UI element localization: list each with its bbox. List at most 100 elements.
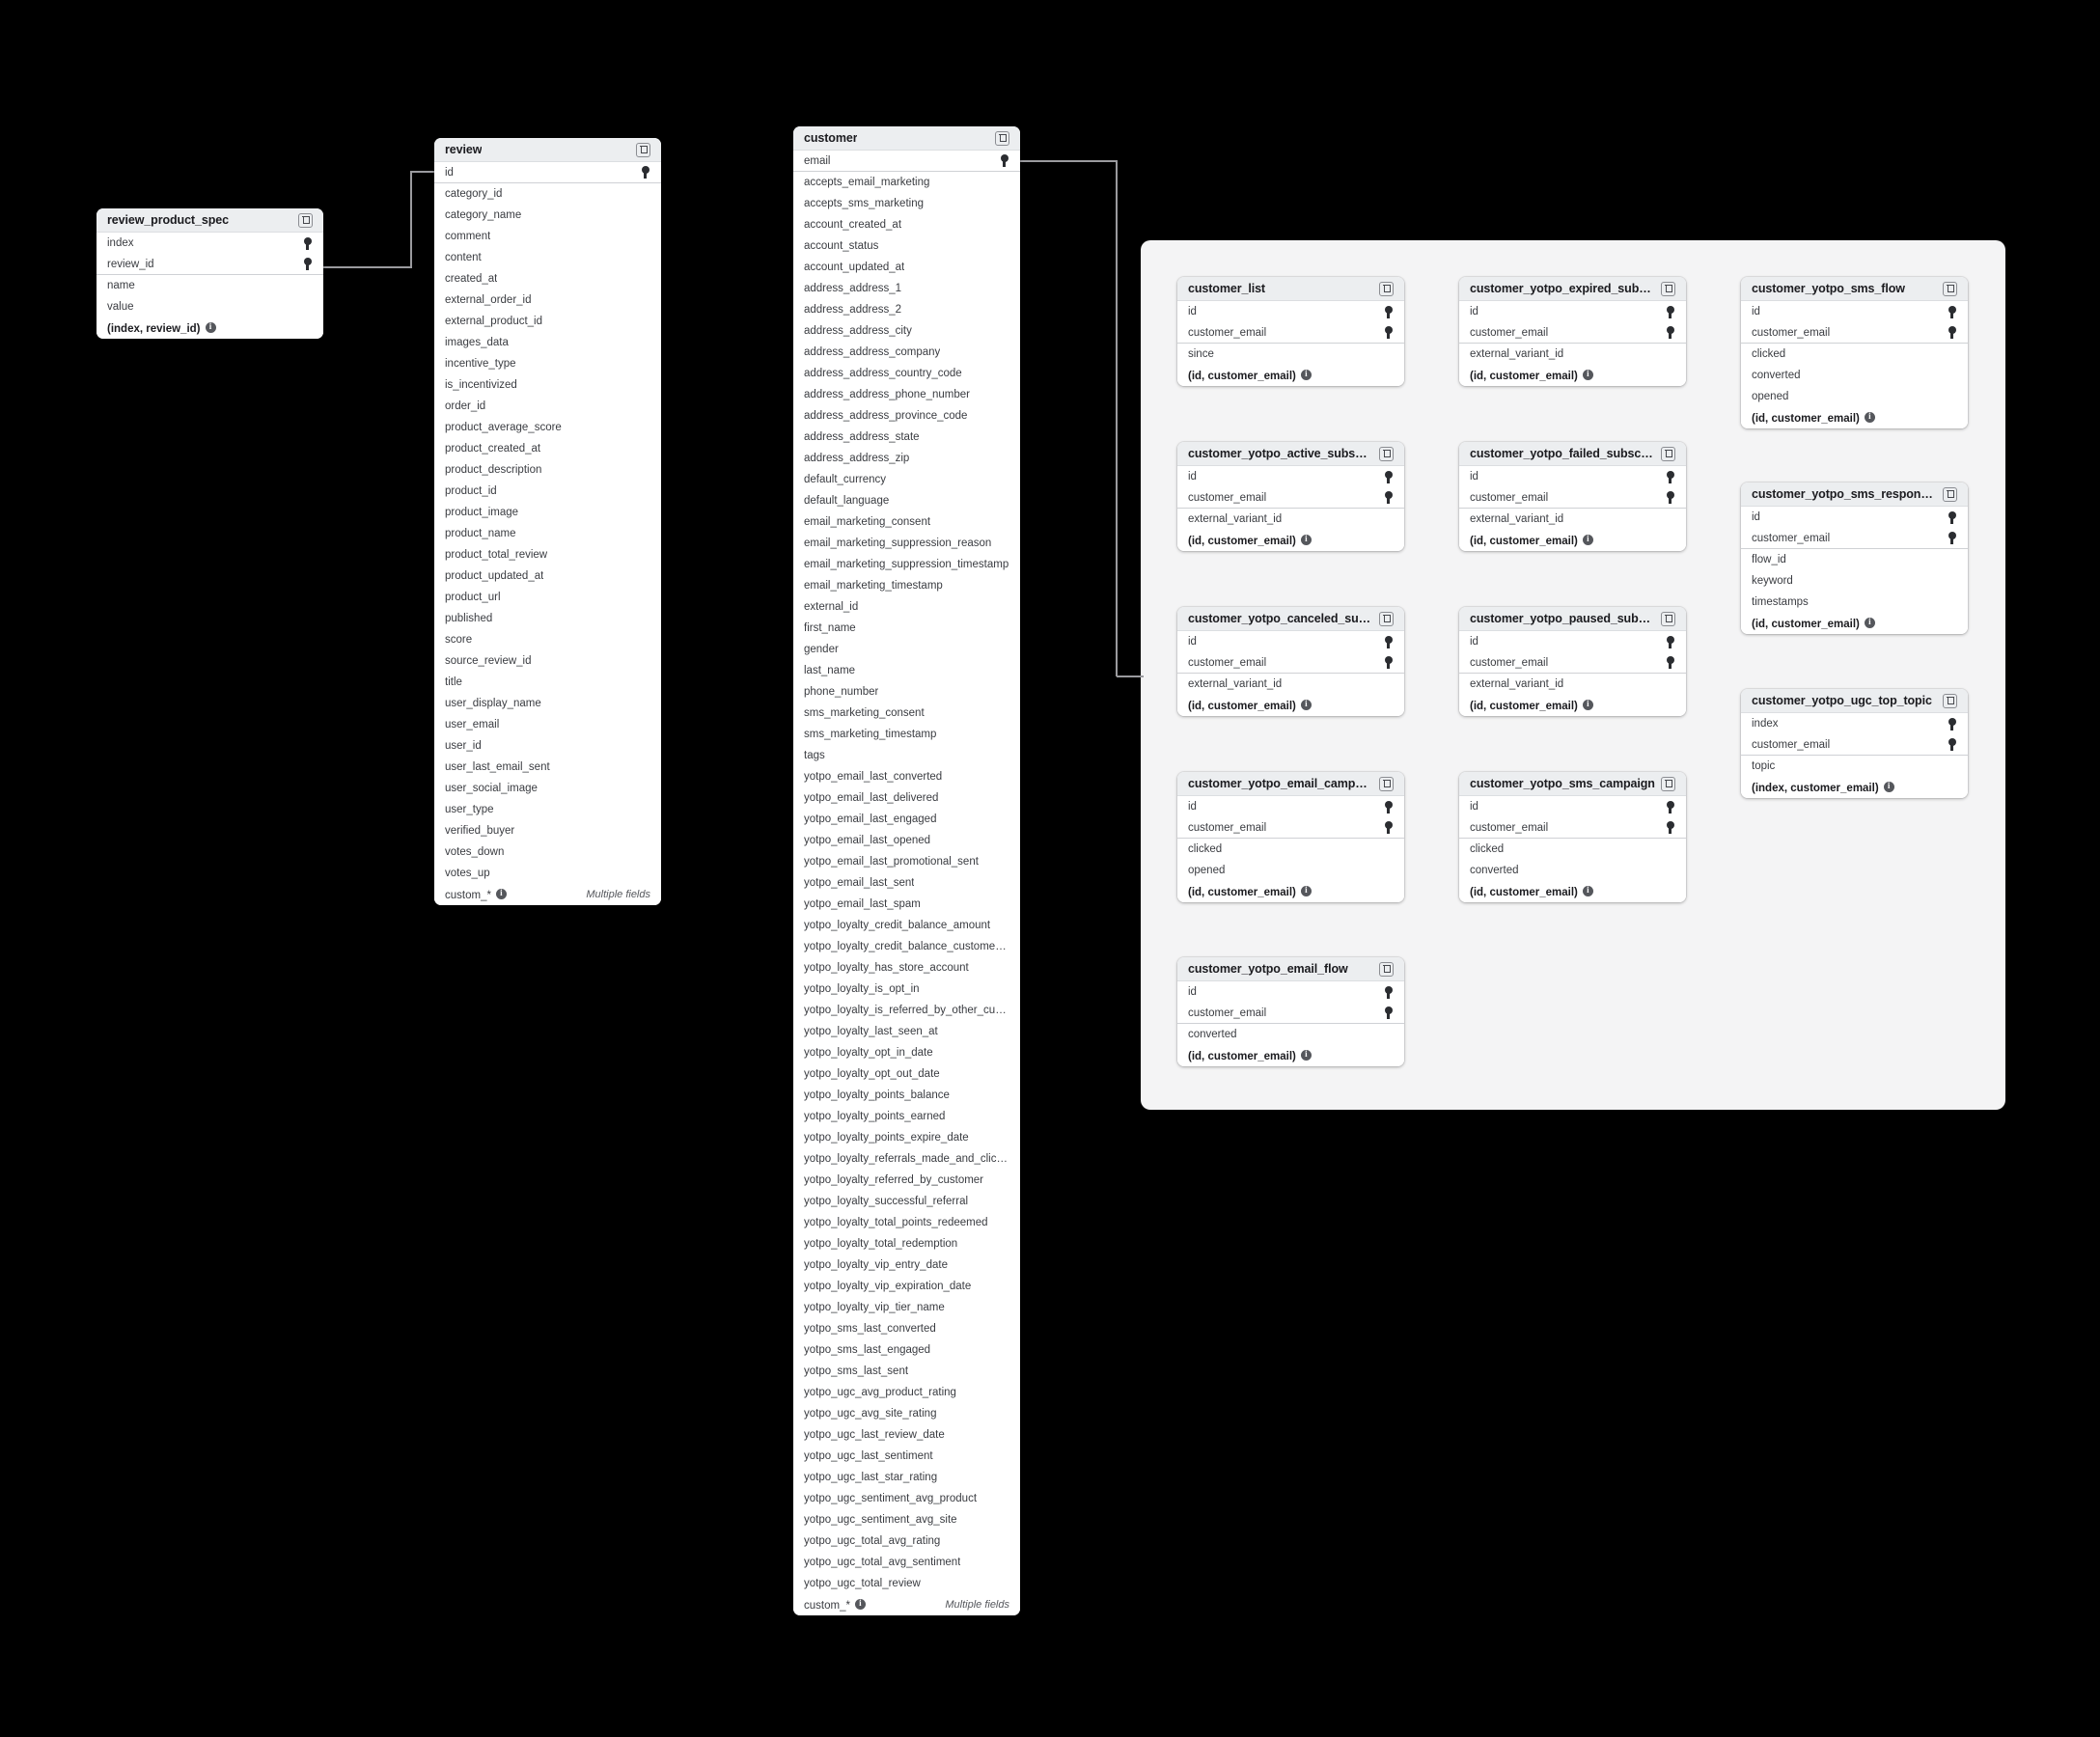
table-row[interactable]: yotpo_loyalty_opt_in_date: [793, 1042, 1020, 1063]
table-row[interactable]: last_name: [793, 660, 1020, 681]
table-row[interactable]: product_url: [434, 587, 661, 608]
table-row[interactable]: yotpo_sms_last_sent: [793, 1361, 1020, 1382]
table-row[interactable]: address_address_country_code: [793, 363, 1020, 384]
external-link-icon[interactable]: [1379, 281, 1394, 296]
table-row[interactable]: yotpo_loyalty_opt_out_date: [793, 1063, 1020, 1085]
table-row[interactable]: product_total_review: [434, 544, 661, 565]
table-row-pk[interactable]: customer_email: [1177, 1003, 1404, 1024]
table-row[interactable]: yotpo_loyalty_successful_referral: [793, 1191, 1020, 1212]
table-card-customer-yotpo-active-subscription[interactable]: customer_yotpo_active_subscriptionid cust…: [1177, 442, 1404, 551]
table-row[interactable]: yotpo_loyalty_total_points_redeemed: [793, 1212, 1020, 1233]
table-row[interactable]: external_id: [793, 596, 1020, 618]
table-row[interactable]: yotpo_ugc_last_star_rating: [793, 1467, 1020, 1488]
table-row[interactable]: email_marketing_suppression_reason: [793, 533, 1020, 554]
table-row[interactable]: default_language: [793, 490, 1020, 511]
table-row[interactable]: yotpo_loyalty_referred_by_customer: [793, 1170, 1020, 1191]
table-row[interactable]: category_name: [434, 205, 661, 226]
table-row[interactable]: clicked: [1741, 344, 1968, 365]
table-row[interactable]: yotpo_email_last_sent: [793, 872, 1020, 894]
table-row[interactable]: verified_buyer: [434, 820, 661, 841]
table-row-custom-fields[interactable]: custom_* Multiple fields: [434, 884, 661, 905]
table-row-pk[interactable]: id: [1177, 466, 1404, 487]
table-row[interactable]: yotpo_ugc_total_avg_sentiment: [793, 1552, 1020, 1573]
table-row[interactable]: product_created_at: [434, 438, 661, 459]
table-row[interactable]: yotpo_email_last_spam: [793, 894, 1020, 915]
table-row[interactable]: opened: [1741, 386, 1968, 407]
table-row[interactable]: first_name: [793, 618, 1020, 639]
table-row[interactable]: converted: [1459, 860, 1686, 881]
table-row-pk[interactable]: id: [1459, 796, 1686, 817]
external-link-icon[interactable]: [1661, 611, 1675, 626]
table-row[interactable]: user_id: [434, 735, 661, 757]
table-row[interactable]: keyword: [1741, 570, 1968, 592]
table-row[interactable]: gender: [793, 639, 1020, 660]
table-row[interactable]: product_description: [434, 459, 661, 481]
table-row[interactable]: product_name: [434, 523, 661, 544]
table-row[interactable]: yotpo_loyalty_has_store_account: [793, 957, 1020, 979]
table-card-review[interactable]: review id category_id category_name commen…: [434, 138, 661, 905]
table-row-composite-key[interactable]: (id, customer_email): [1177, 1045, 1404, 1066]
table-row[interactable]: address_address_phone_number: [793, 384, 1020, 405]
table-row-composite-key[interactable]: (id, customer_email): [1459, 695, 1686, 716]
table-card-customer-yotpo-paused-subscription[interactable]: customer_yotpo_paused_subscriptionid cust…: [1459, 607, 1686, 716]
table-row-pk[interactable]: id: [1177, 981, 1404, 1003]
table-row[interactable]: product_average_score: [434, 417, 661, 438]
table-row[interactable]: yotpo_loyalty_vip_expiration_date: [793, 1276, 1020, 1297]
table-row-pk[interactable]: customer_email: [1741, 734, 1968, 756]
table-row[interactable]: converted: [1741, 365, 1968, 386]
table-row[interactable]: account_updated_at: [793, 257, 1020, 278]
table-row-pk[interactable]: customer_email: [1459, 652, 1686, 674]
table-row[interactable]: yotpo_sms_last_converted: [793, 1318, 1020, 1339]
info-icon[interactable]: [205, 321, 216, 333]
table-row-pk[interactable]: review_id: [97, 254, 323, 275]
table-row[interactable]: email_marketing_timestamp: [793, 575, 1020, 596]
table-row[interactable]: external_variant_id: [1177, 674, 1404, 695]
table-row[interactable]: votes_down: [434, 841, 661, 863]
table-row[interactable]: opened: [1177, 860, 1404, 881]
table-row[interactable]: yotpo_ugc_avg_site_rating: [793, 1403, 1020, 1424]
table-row-composite-key[interactable]: (id, customer_email): [1177, 365, 1404, 386]
table-row[interactable]: yotpo_loyalty_is_opt_in: [793, 979, 1020, 1000]
table-row[interactable]: yotpo_loyalty_points_expire_date: [793, 1127, 1020, 1148]
table-row[interactable]: name: [97, 275, 323, 296]
table-row[interactable]: address_address_state: [793, 427, 1020, 448]
table-row[interactable]: yotpo_ugc_sentiment_avg_site: [793, 1509, 1020, 1530]
external-link-icon[interactable]: [1379, 776, 1394, 791]
table-row[interactable]: external_variant_id: [1459, 509, 1686, 530]
info-icon[interactable]: [1864, 617, 1875, 628]
table-row[interactable]: user_email: [434, 714, 661, 735]
table-row[interactable]: is_incentivized: [434, 374, 661, 396]
table-card-customer-yotpo-email-flow[interactable]: customer_yotpo_email_flow id customer_emai…: [1177, 957, 1404, 1066]
table-row[interactable]: created_at: [434, 268, 661, 290]
table-row[interactable]: yotpo_ugc_last_sentiment: [793, 1446, 1020, 1467]
table-row[interactable]: yotpo_email_last_promotional_sent: [793, 851, 1020, 872]
table-row[interactable]: product_image: [434, 502, 661, 523]
info-icon[interactable]: [1864, 411, 1875, 423]
table-row-pk[interactable]: customer_email: [1177, 652, 1404, 674]
table-card-customer[interactable]: customer email accepts_email_marketing ac…: [793, 126, 1020, 1615]
table-row[interactable]: external_variant_id: [1459, 674, 1686, 695]
info-icon[interactable]: [1582, 885, 1593, 896]
table-row[interactable]: yotpo_email_last_engaged: [793, 809, 1020, 830]
table-row[interactable]: address_address_company: [793, 342, 1020, 363]
table-row[interactable]: sms_marketing_timestamp: [793, 724, 1020, 745]
table-row-composite-key[interactable]: (id, customer_email): [1741, 613, 1968, 634]
table-row-composite-key[interactable]: (id, customer_email): [1459, 881, 1686, 902]
table-row[interactable]: yotpo_ugc_sentiment_avg_product: [793, 1488, 1020, 1509]
info-icon[interactable]: [1582, 369, 1593, 380]
info-icon[interactable]: [1300, 534, 1312, 545]
table-row[interactable]: address_address_1: [793, 278, 1020, 299]
external-link-icon[interactable]: [1661, 281, 1675, 296]
table-row[interactable]: product_updated_at: [434, 565, 661, 587]
table-row[interactable]: address_address_province_code: [793, 405, 1020, 427]
table-row[interactable]: external_order_id: [434, 290, 661, 311]
table-row[interactable]: email_marketing_suppression_timestamp: [793, 554, 1020, 575]
table-row[interactable]: source_review_id: [434, 650, 661, 672]
table-row-composite-key[interactable]: (index, customer_email): [1741, 777, 1968, 798]
table-card-customer-yotpo-sms-campaign[interactable]: customer_yotpo_sms_campaign id customer_em…: [1459, 772, 1686, 902]
table-row-pk[interactable]: customer_email: [1741, 528, 1968, 549]
table-row-pk[interactable]: id: [1741, 301, 1968, 322]
table-row[interactable]: clicked: [1177, 839, 1404, 860]
table-card-customer-list[interactable]: customer_list id customer_email since (id, c…: [1177, 277, 1404, 386]
table-row-pk[interactable]: id: [1177, 631, 1404, 652]
